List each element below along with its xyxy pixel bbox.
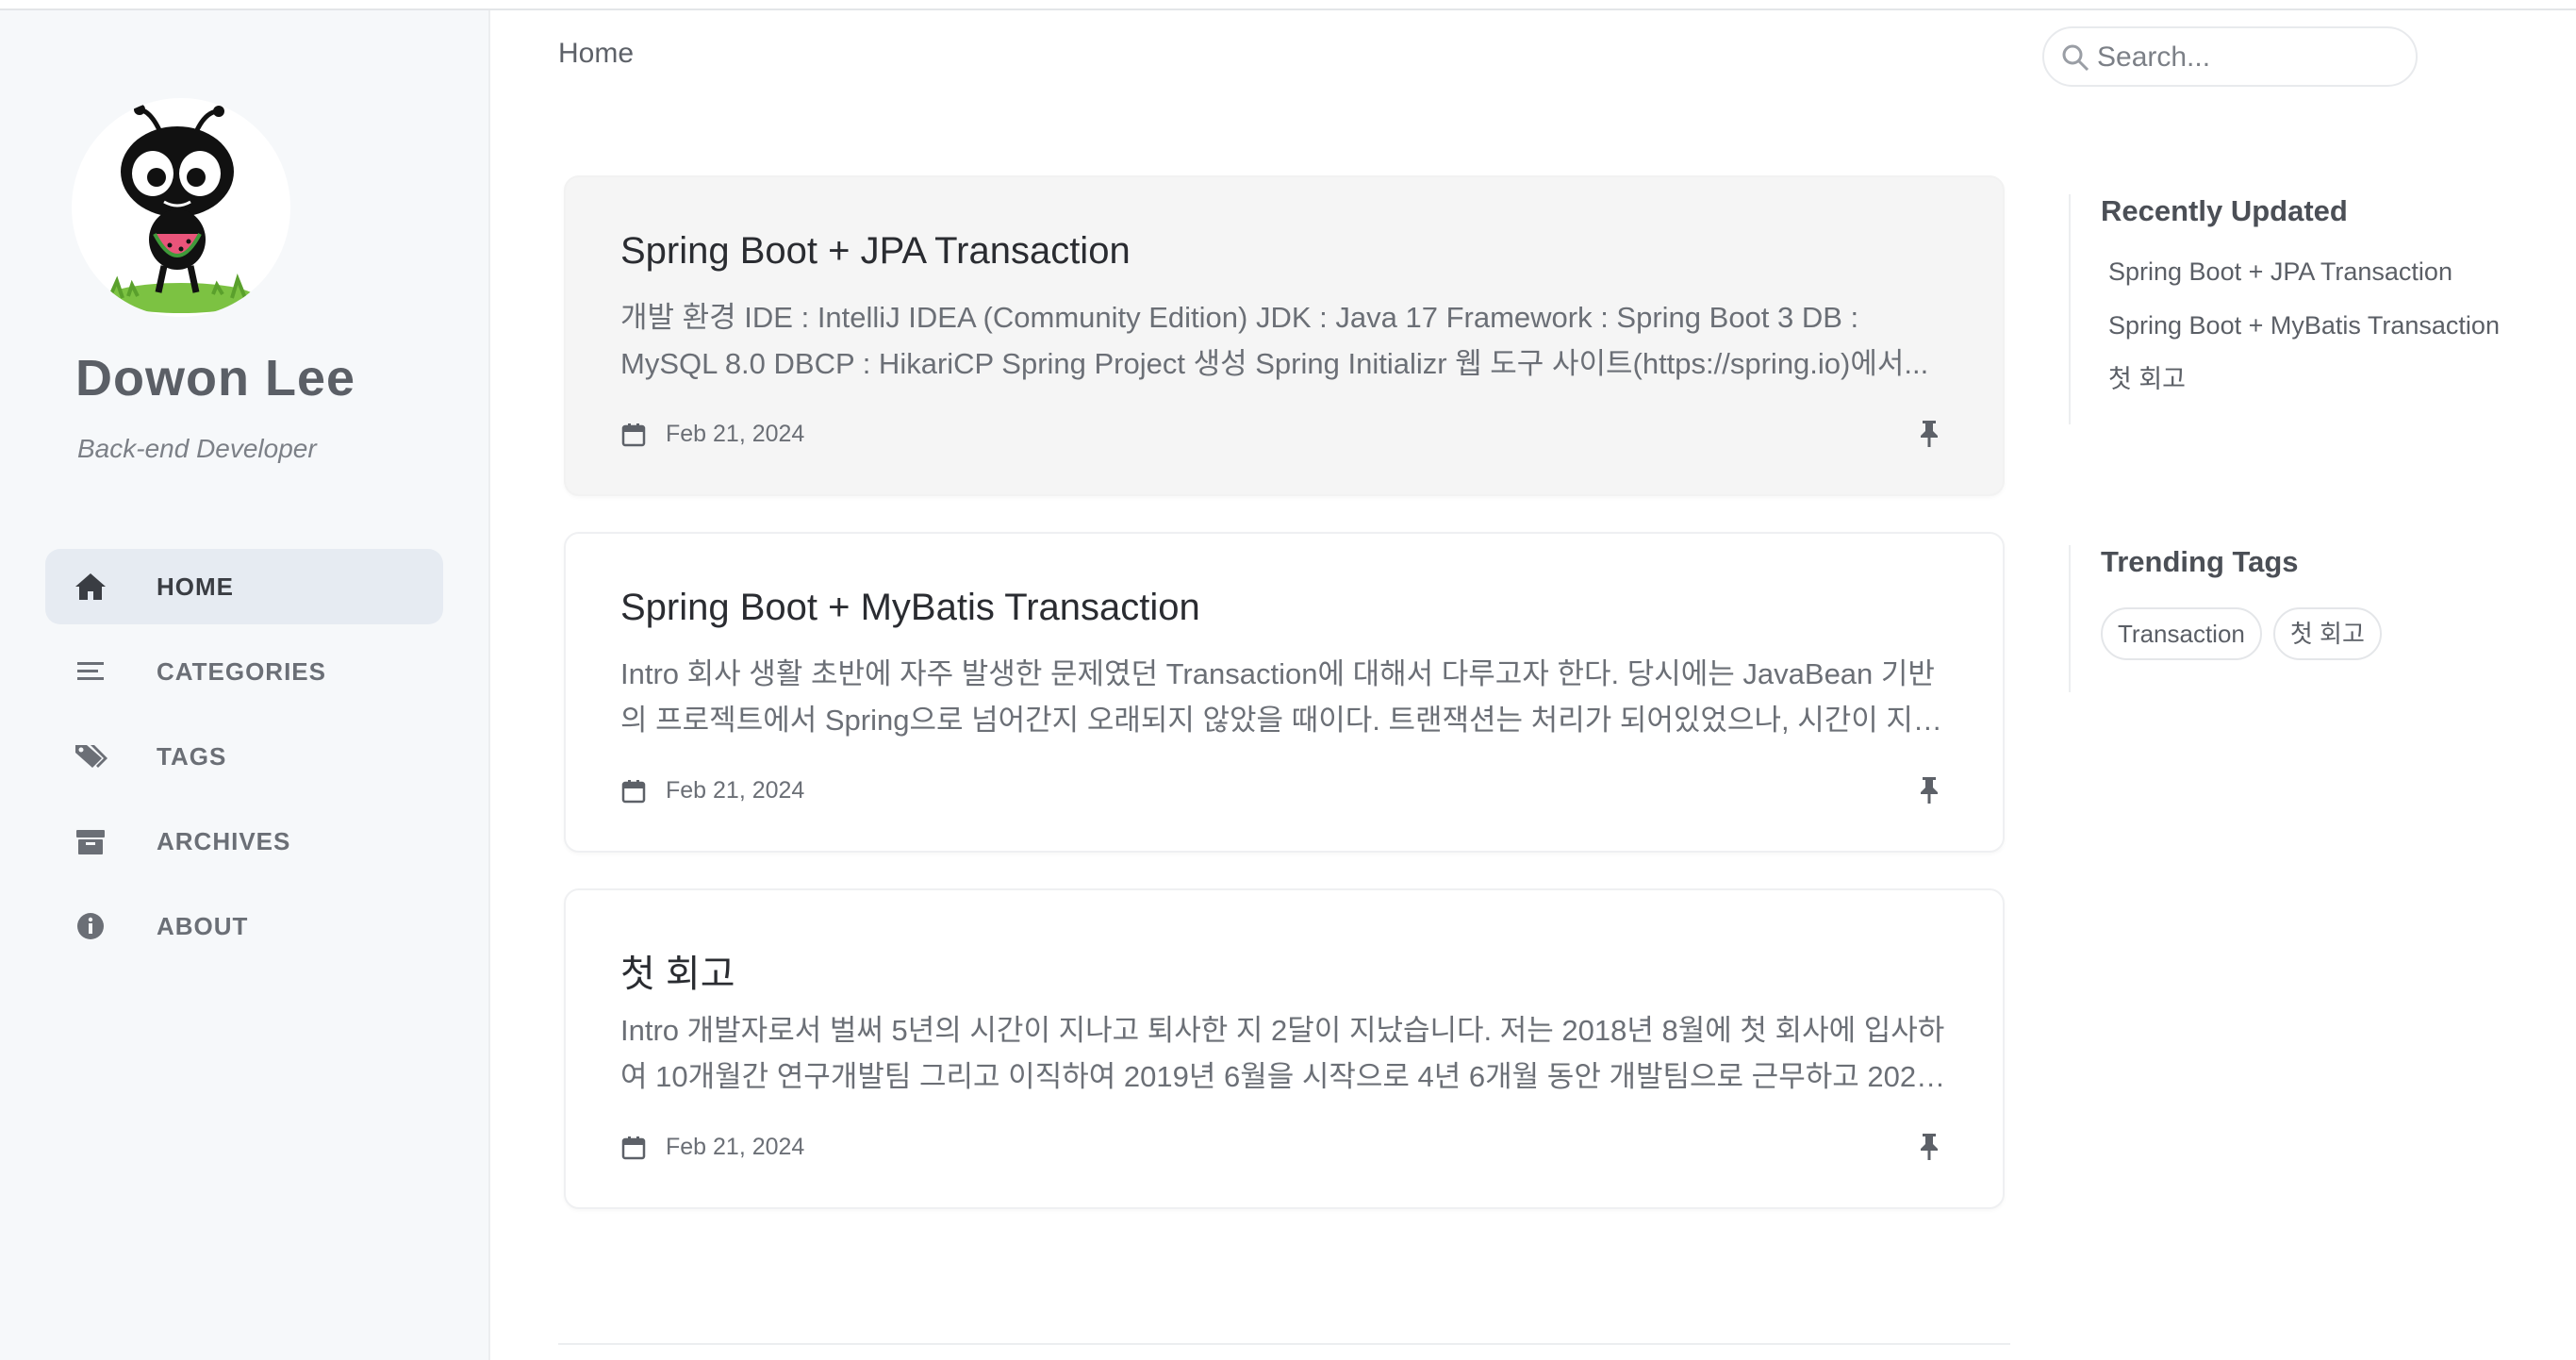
post-title[interactable]: Spring Boot + JPA Transaction [620,230,1131,273]
tag-list: Transaction 첫 회고 [2101,607,2393,660]
pin-icon [1921,777,1938,804]
post-meta: Feb 21, 2024 [620,421,804,448]
post-card[interactable]: Spring Boot + JPA Transaction 개발 환경 IDE … [564,175,2005,496]
post-date: Feb 21, 2024 [666,777,805,804]
site-subtitle: Back-end Developer [77,434,317,463]
recent-item[interactable]: Spring Boot + MyBatis Transaction [2101,299,2500,353]
sidebar-item-label: TAGS [157,741,227,771]
pin-icon [1921,1134,1938,1160]
sidebar: Dowon Lee Back-end Developer HOME CATEGO… [0,0,490,1360]
recent-item[interactable]: Spring Boot + JPA Transaction [2101,245,2500,299]
post-date: Feb 21, 2024 [666,421,805,447]
tag-pill[interactable]: 첫 회고 [2272,607,2382,660]
post-date: Feb 21, 2024 [666,1134,805,1160]
archive-icon [76,830,105,854]
post-title[interactable]: 첫 회고 [620,943,735,998]
sidebar-item-label: ABOUT [157,911,249,940]
recent-list: Spring Boot + JPA Transaction Spring Boo… [2101,245,2500,406]
search-icon [2062,44,2089,72]
search-input[interactable] [2097,38,2399,77]
post-excerpt: Intro 개발자로서 벌써 5년의 시간이 지나고 퇴사한 지 2달이 지났습… [620,1014,1945,1093]
post-excerpt: 개발 환경 IDE : IntelliJ IDEA (Community Edi… [620,301,1929,380]
recently-updated-panel: Recently Updated Spring Boot + JPA Trans… [2069,194,2500,424]
sidebar-item-archives[interactable]: ARCHIVES [45,804,443,879]
post-card[interactable]: Spring Boot + MyBatis Transaction Intro … [564,532,2005,853]
site-title[interactable]: Dowon Lee [75,349,355,407]
post-meta: Feb 21, 2024 [620,1134,804,1161]
calendar-icon [621,1136,646,1159]
info-icon [77,913,104,939]
post-meta: Feb 21, 2024 [620,777,804,804]
trending-tags-panel: Trending Tags Transaction 첫 회고 [2069,545,2393,692]
tags-icon [75,745,107,768]
pagination-divider [558,1343,2010,1345]
sidebar-item-label: CATEGORIES [157,656,326,686]
panel-heading: Trending Tags [2101,545,2299,578]
sidebar-item-categories[interactable]: CATEGORIES [45,634,443,709]
sidebar-nav: HOME CATEGORIES TAGS ARCHIVES ABOUT [45,549,443,973]
sidebar-item-label: HOME [157,572,234,601]
recent-item[interactable]: 첫 회고 [2101,353,2500,406]
post-card[interactable]: 첫 회고 Intro 개발자로서 벌써 5년의 시간이 지나고 퇴사한 지 2달… [564,888,2005,1209]
post-excerpt: Intro 회사 생활 초반에 자주 발생한 문제였던 Transaction에… [620,657,1940,737]
list-icon [77,662,104,680]
calendar-icon [621,423,646,446]
tag-pill[interactable]: Transaction [2101,607,2262,660]
post-title[interactable]: Spring Boot + MyBatis Transaction [620,587,1200,629]
sidebar-item-home[interactable]: HOME [45,549,443,624]
sidebar-item-about[interactable]: ABOUT [45,888,443,964]
avatar[interactable] [72,98,290,317]
home-icon [75,573,106,600]
panel-heading: Recently Updated [2101,194,2348,227]
sidebar-item-tags[interactable]: TAGS [45,719,443,794]
calendar-icon [621,779,646,803]
search-box[interactable] [2042,26,2418,87]
ant-mascot-image [106,104,256,313]
sidebar-item-label: ARCHIVES [157,826,291,855]
breadcrumb: Home [558,38,635,69]
top-border [0,0,2576,10]
pin-icon [1921,421,1938,447]
